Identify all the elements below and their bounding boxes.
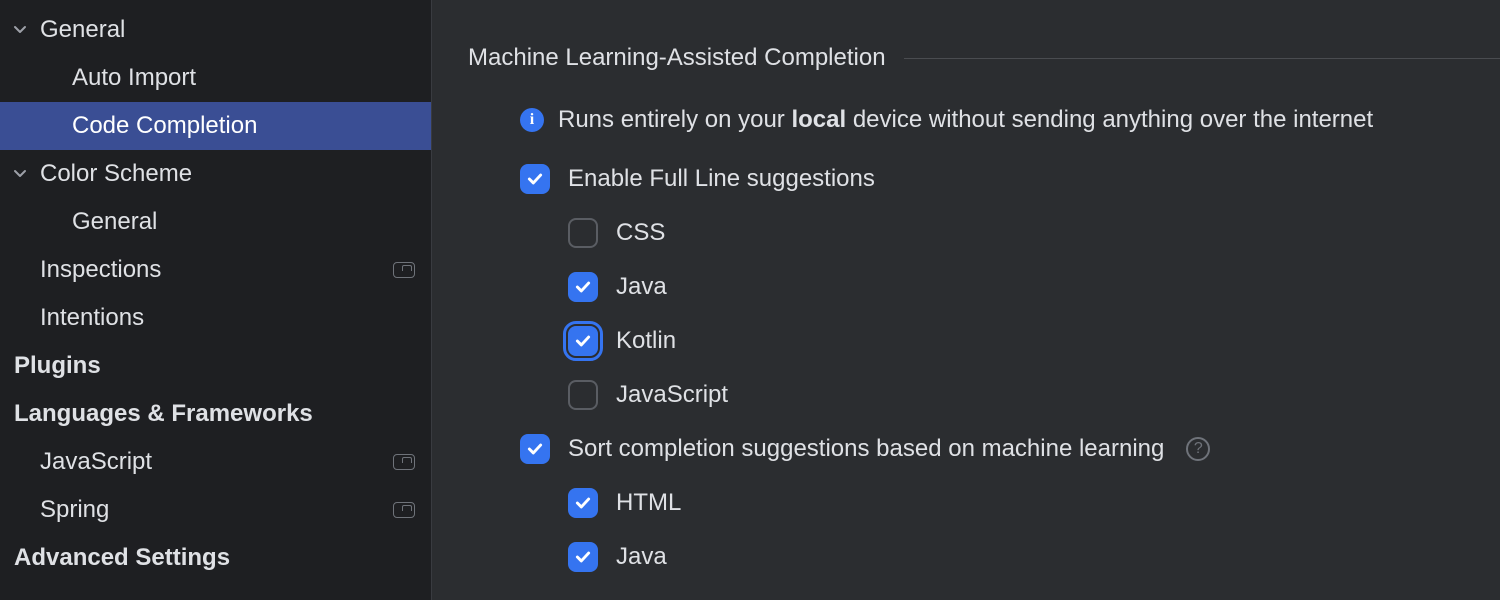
sidebar-item[interactable]: Code Completion (0, 102, 431, 150)
sidebar-item[interactable]: Plugins (0, 342, 431, 390)
info-row: i Runs entirely on your local device wit… (520, 106, 1500, 134)
checkbox-label: Enable Full Line suggestions (568, 165, 875, 193)
sidebar-item-label: Advanced Settings (14, 544, 415, 572)
sidebar-item[interactable]: General (0, 198, 431, 246)
sidebar-item[interactable]: Intentions (0, 294, 431, 342)
scope-badge-icon (393, 454, 415, 470)
sidebar-item[interactable]: JavaScript (0, 438, 431, 486)
language-checkbox-row: JavaScript (568, 380, 1500, 410)
checkbox-label: HTML (616, 489, 681, 517)
info-text: Runs entirely on your local device witho… (558, 106, 1373, 134)
sidebar-item-label: General (72, 208, 415, 236)
sidebar-item-label: Plugins (14, 352, 415, 380)
sidebar-item[interactable]: Color Scheme (0, 150, 431, 198)
language-checkbox-row: Java (568, 272, 1500, 302)
checkbox-label: CSS (616, 219, 665, 247)
settings-sidebar: General Auto Import Code Completion Color S… (0, 0, 432, 600)
divider (904, 58, 1500, 59)
checkbox[interactable] (568, 218, 598, 248)
sort-ml-row: Sort completion suggestions based on mac… (520, 434, 1500, 464)
checkbox[interactable] (568, 380, 598, 410)
sidebar-item-label: JavaScript (40, 448, 393, 476)
sidebar-item[interactable]: General (0, 6, 431, 54)
checkbox[interactable] (568, 326, 598, 356)
language-checkbox-row: HTML (568, 488, 1500, 518)
scope-badge-icon (393, 262, 415, 278)
sidebar-item-label: Inspections (40, 256, 393, 284)
sidebar-item-label: General (40, 16, 415, 44)
sidebar-item[interactable]: Inspections (0, 246, 431, 294)
checkbox-label: JavaScript (616, 381, 728, 409)
sidebar-item[interactable]: Advanced Settings (0, 534, 431, 582)
checkbox-label: Kotlin (616, 327, 676, 355)
info-icon: i (520, 108, 544, 132)
checkbox[interactable] (568, 272, 598, 302)
checkbox[interactable] (568, 488, 598, 518)
checkbox[interactable] (520, 164, 550, 194)
sidebar-item[interactable]: Spring (0, 486, 431, 534)
sidebar-item[interactable]: Auto Import (0, 54, 431, 102)
sidebar-item[interactable]: Languages & Frameworks (0, 390, 431, 438)
section-header: Machine Learning-Assisted Completion (468, 44, 1500, 72)
help-icon[interactable]: ? (1186, 437, 1210, 461)
checkbox-label: Java (616, 543, 667, 571)
sidebar-item-label: Color Scheme (40, 160, 415, 188)
checkbox[interactable] (520, 434, 550, 464)
settings-panel: Machine Learning-Assisted Completion i R… (432, 0, 1500, 600)
chevron-down-icon (12, 166, 28, 182)
section-title: Machine Learning-Assisted Completion (468, 44, 886, 72)
chevron-down-icon (12, 22, 28, 38)
scope-badge-icon (393, 502, 415, 518)
sidebar-item-label: Languages & Frameworks (14, 400, 415, 428)
sidebar-item-label: Intentions (40, 304, 415, 332)
checkbox[interactable] (568, 542, 598, 572)
sidebar-item-label: Spring (40, 496, 393, 524)
language-checkbox-row: Java (568, 542, 1500, 572)
sidebar-item-label: Auto Import (72, 64, 415, 92)
checkbox-label: Sort completion suggestions based on mac… (568, 435, 1164, 463)
enable-full-line-row: Enable Full Line suggestions (520, 164, 1500, 194)
language-checkbox-row: CSS (568, 218, 1500, 248)
sidebar-item-label: Code Completion (72, 112, 415, 140)
checkbox-label: Java (616, 273, 667, 301)
language-checkbox-row: Kotlin (568, 326, 1500, 356)
